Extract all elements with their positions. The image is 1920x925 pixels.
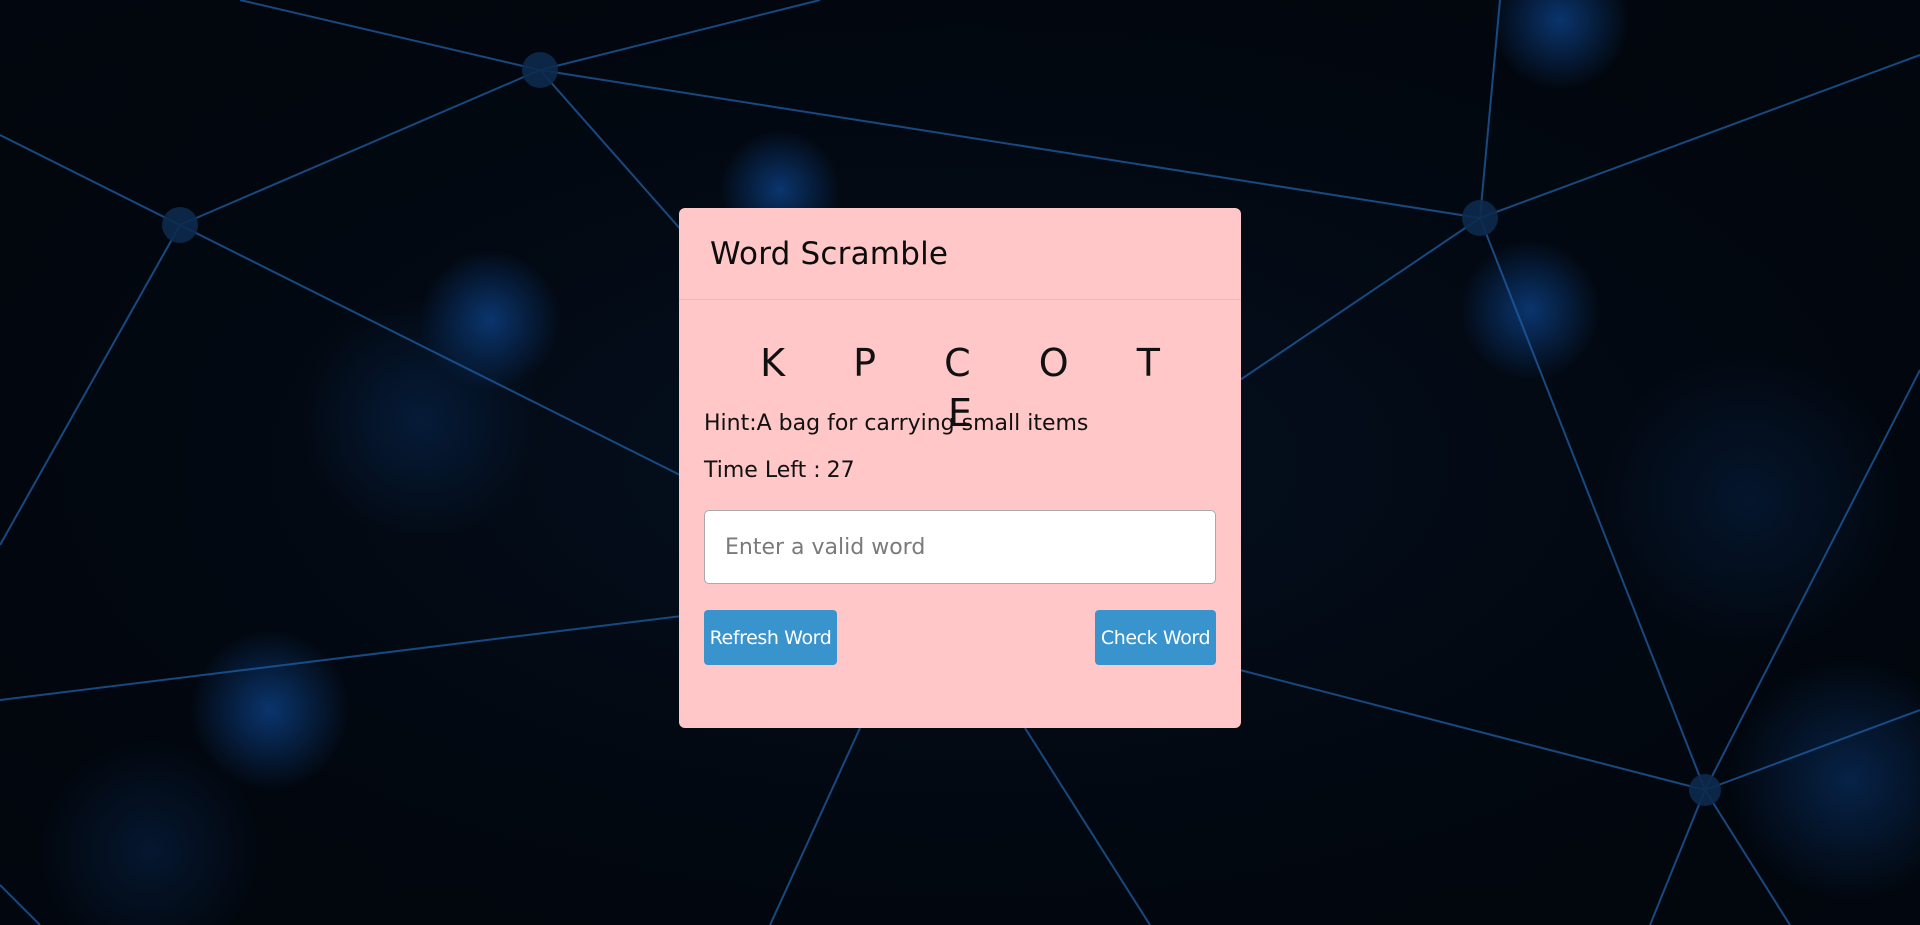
button-row: Refresh Word Check Word [704, 610, 1216, 665]
game-title: Word Scramble [710, 235, 949, 272]
scrambled-word: K P C O T E [760, 341, 1188, 435]
card-header: Word Scramble [679, 208, 1241, 300]
time-left-label: Time Left : [704, 458, 821, 483]
hint-text: Hint:A bag for carrying small items [704, 411, 1089, 436]
time-left-value: 27 [826, 458, 855, 483]
time-left: Time Left :27 [704, 456, 1216, 486]
word-scramble-card: Word Scramble K P C O T E Hint:A bag for… [679, 208, 1241, 728]
check-word-button[interactable]: Check Word [1095, 610, 1216, 665]
card-body: K P C O T E Hint:A bag for carrying smal… [679, 338, 1241, 665]
refresh-word-button[interactable]: Refresh Word [704, 610, 837, 665]
word-input[interactable] [704, 510, 1216, 584]
